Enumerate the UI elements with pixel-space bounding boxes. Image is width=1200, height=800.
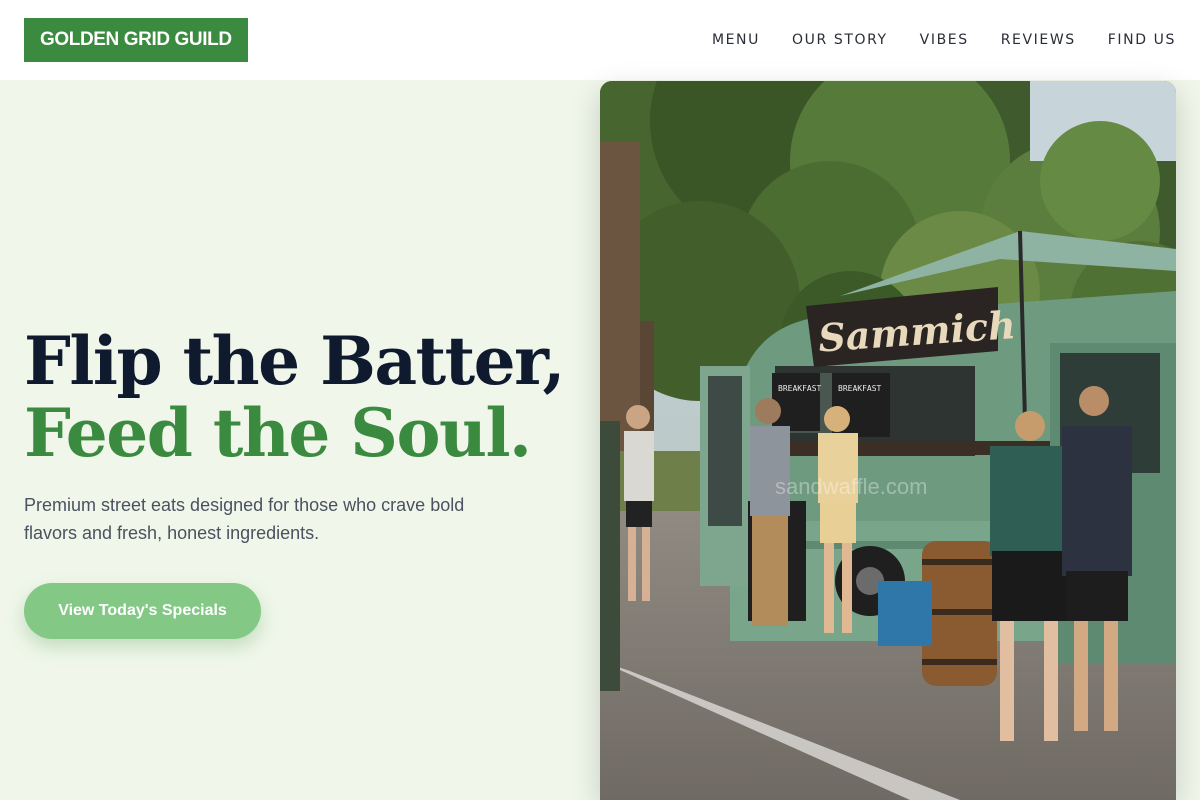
view-specials-button[interactable]: View Today's Specials (24, 583, 261, 639)
svg-text:BREAKFAST: BREAKFAST (838, 384, 882, 393)
image-watermark: sandwaffle.com (775, 474, 927, 499)
hero-tagline: Premium street eats designed for those w… (24, 495, 465, 543)
food-truck-illustration: Sammich BREAKFAST BREAKFAST sandwaffle.c… (600, 81, 1176, 800)
brand-logo[interactable]: GOLDEN GRID GUILD (24, 18, 248, 62)
chalkboard-left (772, 373, 820, 431)
nav-link-find-us[interactable]: FIND US (1108, 32, 1176, 48)
headline-line-1: Flip the Batter, (24, 322, 566, 400)
nav-link-our-story[interactable]: OUR STORY (792, 32, 888, 48)
nav-link-vibes[interactable]: VIBES (920, 32, 969, 48)
headline-line-2: Feed the Soul. (24, 394, 532, 472)
nav-link-reviews[interactable]: REVIEWS (1001, 32, 1076, 48)
svg-text:BREAKFAST: BREAKFAST (778, 384, 822, 393)
site-header: GOLDEN GRID GUILD MENU OUR STORY VIBES R… (0, 0, 1200, 80)
blue-cooler (878, 581, 932, 646)
hero-text: Flip the Batter, Feed the Soul. Premium … (24, 325, 584, 547)
wooden-barrel (922, 541, 997, 686)
nav-link-menu[interactable]: MENU (712, 32, 760, 48)
hero-headline: Flip the Batter, Feed the Soul. (24, 325, 584, 469)
hero-image: Sammich BREAKFAST BREAKFAST sandwaffle.c… (600, 81, 1176, 800)
main-nav: MENU OUR STORY VIBES REVIEWS FIND US (712, 32, 1176, 48)
